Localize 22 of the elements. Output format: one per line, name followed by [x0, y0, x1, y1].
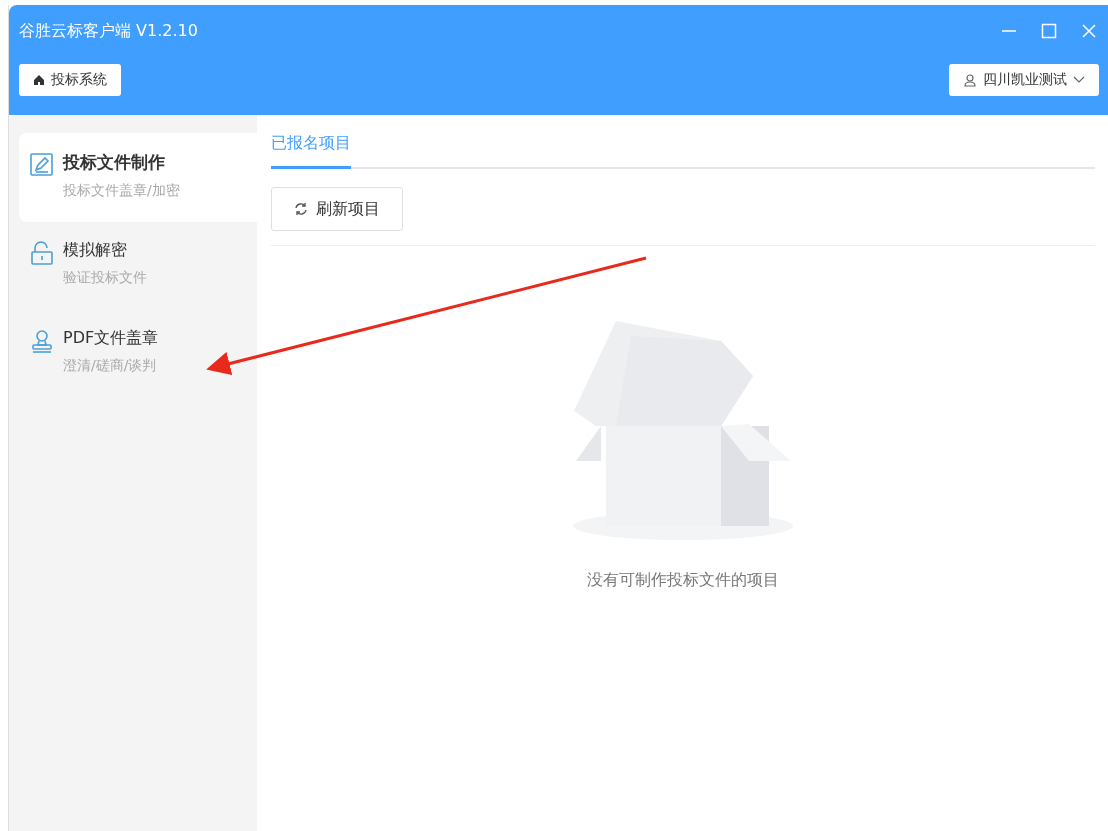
- window-title: 谷胜云标客户端 V1.2.10: [19, 20, 198, 42]
- edit-icon: [29, 151, 55, 177]
- home-button[interactable]: 投标系统: [19, 64, 121, 96]
- unlock-icon: [29, 240, 55, 266]
- sidebar-item-subtitle: 投标文件盖章/加密: [63, 182, 180, 200]
- sidebar-item-title: PDF文件盖章: [63, 328, 159, 349]
- refresh-icon: [294, 202, 308, 216]
- sidebar-item-title: 模拟解密: [63, 240, 128, 261]
- sidebar-item[interactable]: PDF文件盖章 澄清/磋商/谈判: [19, 310, 257, 398]
- sidebar-item[interactable]: 投标文件制作 投标文件盖章/加密: [19, 133, 257, 222]
- empty-message: 没有可制作投标文件的项目: [587, 570, 779, 591]
- user-icon: [963, 73, 977, 87]
- home-icon: [33, 74, 45, 86]
- sidebar-item-subtitle: 澄清/磋商/谈判: [63, 357, 158, 375]
- maximize-icon[interactable]: [1039, 21, 1059, 41]
- chevron-down-icon: [1073, 76, 1085, 84]
- stamp-icon: [29, 328, 55, 354]
- sidebar-item[interactable]: 模拟解密 验证投标文件: [19, 222, 257, 310]
- user-menu[interactable]: 四川凯业测试: [949, 64, 1099, 96]
- refresh-button[interactable]: 刷新项目: [271, 187, 403, 231]
- sidebar-item-title: 投标文件制作: [63, 151, 166, 174]
- sidebar-item-subtitle: 验证投标文件: [63, 269, 147, 287]
